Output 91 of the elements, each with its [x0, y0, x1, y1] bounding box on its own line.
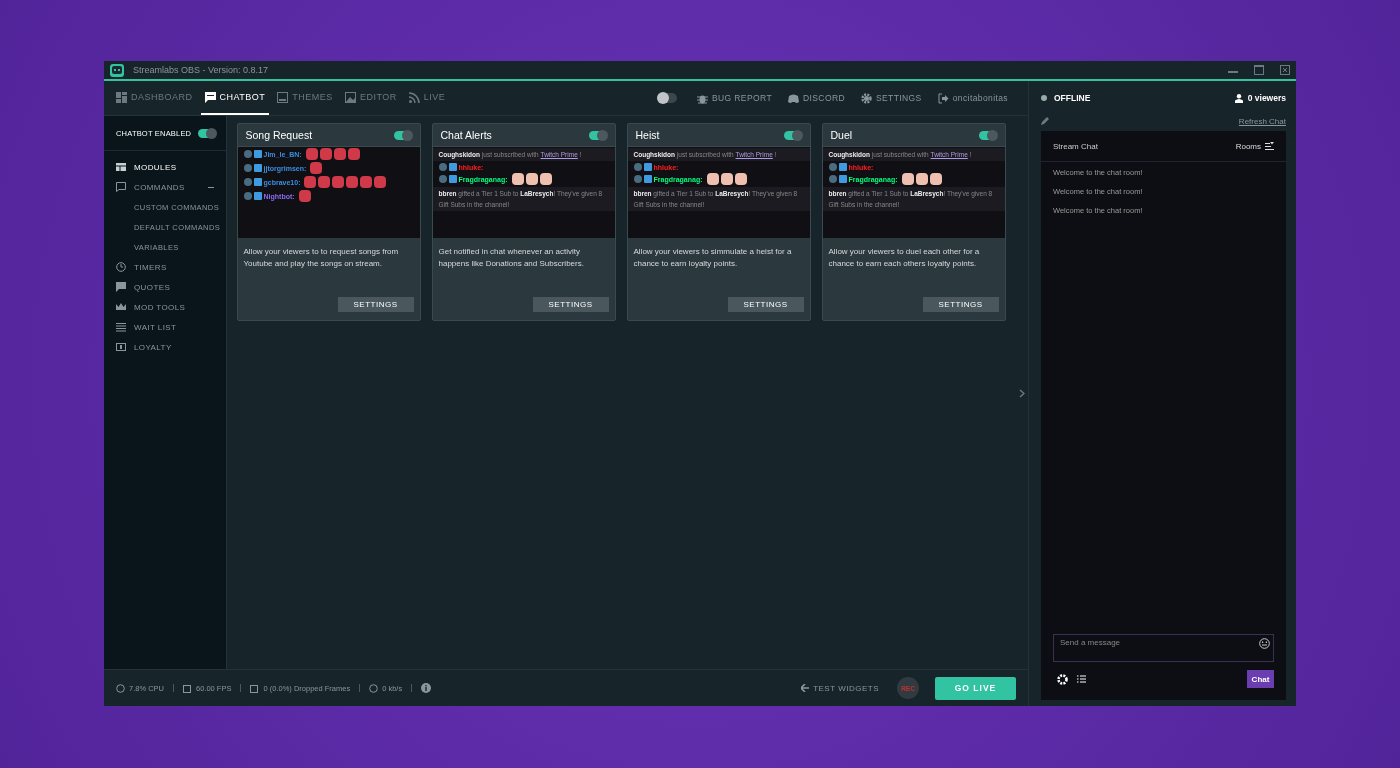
arrow-left-icon: [801, 684, 810, 692]
top-action-button[interactable]: DISCORD: [782, 92, 851, 104]
module-toggle[interactable]: [783, 130, 802, 140]
emote-icon: [915, 173, 928, 185]
module-description: Get notified in chat whenever an activity happens like Donations and Subscribers.: [437, 246, 585, 270]
chat-send-button[interactable]: Chat: [1247, 670, 1274, 688]
nav-tab[interactable]: EDITOR: [340, 81, 401, 115]
nav-tab[interactable]: THEMES: [273, 81, 337, 115]
emote-icon: [360, 176, 373, 188]
emoji-icon[interactable]: [1259, 638, 1270, 649]
emote-icon: [347, 148, 360, 160]
sidebar-item[interactable]: LOYALTY: [134, 342, 172, 352]
list-icon[interactable]: [1077, 675, 1086, 683]
top-action-button[interactable]: BUG REPORT: [690, 92, 778, 104]
gamepad-icon: [788, 92, 799, 104]
emote-icon: [305, 148, 318, 160]
module-title: Duel: [830, 129, 853, 141]
sidebar-item[interactable]: COMMANDS: [134, 182, 185, 192]
top-action-button[interactable]: SETTINGS: [855, 92, 928, 104]
chat-icon: [204, 91, 216, 103]
emote-icon: [333, 148, 346, 160]
module-title: Heist: [635, 129, 660, 141]
emote-icon: [539, 173, 552, 185]
rooms-button[interactable]: Rooms: [1235, 141, 1274, 151]
sidebar-icon: [116, 322, 126, 332]
close-icon[interactable]: [1280, 65, 1290, 75]
emote-icon: [374, 176, 387, 188]
window-title: Streamlabs OBS - Version: 0.8.17: [133, 65, 269, 75]
emote-icon: [511, 173, 524, 185]
nav-tab[interactable]: DASHBOARD: [112, 81, 197, 115]
status-dot-icon: [1041, 95, 1047, 101]
sidebar-item[interactable]: TIMERS: [134, 262, 167, 272]
stat-icon: [250, 683, 260, 693]
sidebar-item[interactable]: QUOTES: [134, 282, 171, 292]
person-icon: [1234, 93, 1243, 103]
picture-icon: [344, 91, 356, 103]
settings-button[interactable]: SETTINGS: [727, 297, 804, 312]
stat-icon: [369, 683, 379, 693]
module-title: Song Request: [245, 129, 313, 141]
refresh-chat-link[interactable]: Refresh Chat: [1238, 116, 1286, 126]
user-link[interactable]: oncitabonitas: [931, 92, 1014, 104]
emote-icon: [929, 173, 942, 185]
night-mode-toggle[interactable]: [656, 93, 677, 103]
settings-button[interactable]: SETTINGS: [532, 297, 609, 312]
sidebar-item[interactable]: MOD TOOLS: [134, 302, 186, 312]
message-field[interactable]: Send a message: [1053, 634, 1274, 662]
module-description: Allow your viewers to duel each other for a chance to earn each others loyalty points.: [827, 246, 981, 270]
emote-icon: [318, 176, 331, 188]
sidebar-item[interactable]: WAIT LIST: [134, 322, 177, 332]
sort-icon: [1265, 141, 1274, 151]
chatbot-toggle[interactable]: [197, 128, 216, 138]
image-icon: [277, 91, 289, 103]
gear-icon: [861, 92, 872, 104]
rss-icon: [408, 91, 420, 103]
module-description: Allow your viewers to simmulate a heist for a chance to earn loyalty points.: [632, 246, 793, 270]
nav-tab[interactable]: LIVE: [404, 81, 450, 115]
sidebar-item[interactable]: MODULES: [134, 162, 177, 172]
info-icon[interactable]: [421, 683, 432, 693]
emote-icon: [310, 162, 323, 174]
test-widgets-button[interactable]: TEST WIDGETS: [795, 682, 885, 694]
emote-icon: [525, 173, 538, 185]
stat-icon: [116, 683, 125, 693]
module-toggle[interactable]: [588, 130, 607, 140]
emote-icon: [332, 176, 345, 188]
settings-button[interactable]: SETTINGS: [922, 297, 999, 312]
edit-icon[interactable]: [1041, 117, 1049, 125]
emote-icon: [298, 190, 311, 202]
chat-title: Stream Chat: [1053, 141, 1098, 151]
module-toggle[interactable]: [393, 130, 412, 140]
module-title: Chat Alerts: [440, 129, 492, 141]
emote-icon: [734, 173, 747, 185]
emote-icon: [319, 148, 332, 160]
emote-icon: [304, 176, 317, 188]
settings-button[interactable]: SETTINGS: [337, 297, 414, 312]
emote-icon: [720, 173, 733, 185]
sidebar-icon: [116, 162, 126, 172]
stat-icon: [183, 683, 192, 693]
module-toggle[interactable]: [978, 130, 997, 140]
sidebar-icon: [116, 262, 126, 272]
emote-icon: [901, 173, 914, 185]
stream-status: OFFLINE: [1054, 93, 1091, 103]
emote-icon: [346, 176, 359, 188]
viewer-count: 0 viewers: [1247, 93, 1286, 103]
module-description: Allow your viewers to to request songs from Youtube and play the songs on stream.: [242, 246, 400, 270]
settings-icon[interactable]: [1057, 673, 1068, 685]
sidebar-icon: [116, 342, 126, 352]
dashboard-icon: [116, 91, 127, 103]
logout-icon: [937, 92, 949, 104]
emote-icon: [706, 173, 719, 185]
maximize-icon[interactable]: [1254, 65, 1264, 75]
sidebar-icon: [116, 182, 126, 192]
